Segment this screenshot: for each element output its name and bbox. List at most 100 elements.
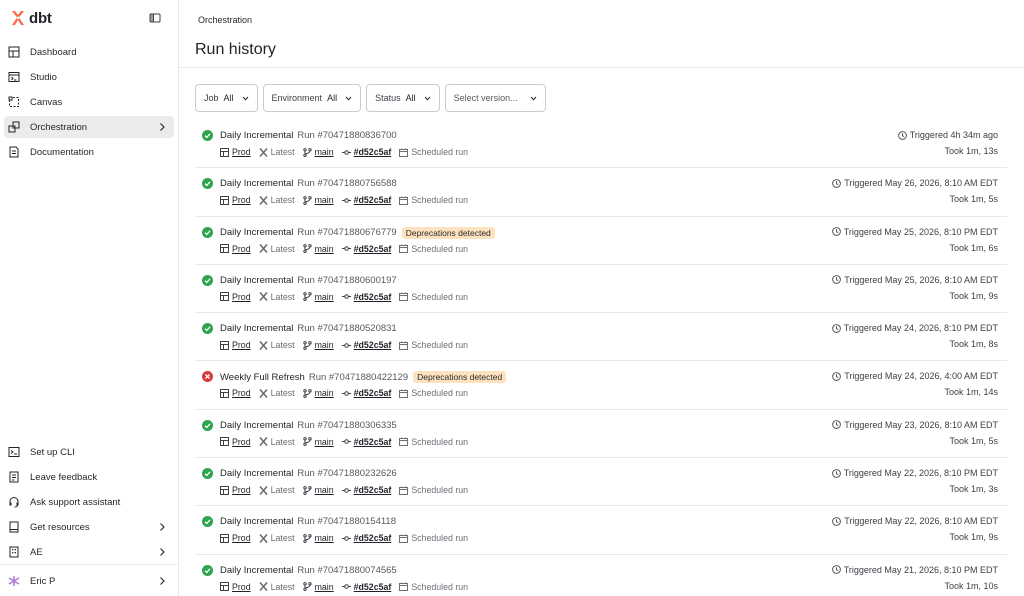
trigger-type: Scheduled run	[411, 195, 469, 206]
run-id[interactable]: Run #70471880154118	[297, 516, 396, 527]
branch-link[interactable]: main	[315, 388, 334, 398]
job-name[interactable]: Daily Incremental	[220, 178, 293, 189]
environment-link[interactable]: Prod	[232, 292, 251, 302]
terminal-icon	[8, 446, 20, 458]
table-row[interactable]: Daily Incremental Run #70471880756588 Pr…	[195, 168, 1007, 217]
sidebar-item-canvas[interactable]: Canvas	[4, 91, 174, 113]
clock-icon	[831, 468, 841, 478]
environment-link[interactable]: Prod	[232, 485, 251, 495]
triggered-time: Triggered May 25, 2026, 8:10 PM EDT	[831, 227, 998, 237]
commit-link[interactable]: #d52c5af	[354, 244, 392, 254]
calendar-icon	[399, 582, 409, 592]
environment-link[interactable]: Prod	[232, 195, 251, 205]
commit-link[interactable]: #d52c5af	[354, 340, 392, 350]
table-row[interactable]: Daily Incremental Run #70471880074565 Pr…	[195, 555, 1007, 596]
table-row[interactable]: Daily Incremental Run #70471880232626 Pr…	[195, 458, 1007, 507]
environment-icon	[220, 388, 229, 398]
job-name[interactable]: Daily Incremental	[220, 323, 293, 334]
sidebar-item-orchestration[interactable]: Orchestration	[4, 116, 174, 138]
clock-icon	[832, 516, 842, 526]
environment-link[interactable]: Prod	[232, 437, 251, 447]
job-name[interactable]: Daily Incremental	[220, 565, 293, 576]
branch-link[interactable]: main	[315, 244, 334, 254]
dbt-version-icon	[258, 147, 268, 157]
sidebar-item-account[interactable]: AE	[4, 541, 174, 563]
triggered-text: Triggered May 21, 2026, 8:10 PM EDT	[843, 564, 998, 575]
run-id[interactable]: Run #70471880232626	[297, 468, 396, 479]
commit-icon	[341, 437, 351, 446]
commit-icon	[341, 389, 351, 398]
sidebar-item-get-resources[interactable]: Get resources	[4, 516, 174, 538]
collapse-sidebar-icon[interactable]	[149, 12, 161, 24]
branch-link[interactable]: main	[315, 340, 334, 350]
job-name[interactable]: Daily Incremental	[220, 275, 293, 286]
run-meta: Prod Latest main #d52c5af Scheduled run	[220, 533, 468, 543]
branch-link[interactable]: main	[315, 195, 334, 205]
run-id[interactable]: Run #70471880422129	[309, 372, 408, 383]
page-title: Run history	[195, 41, 276, 58]
commit-link[interactable]: #d52c5af	[354, 533, 392, 543]
run-id[interactable]: Run #70471880756588	[297, 178, 396, 189]
job-filter[interactable]: Job All	[195, 84, 258, 112]
job-name[interactable]: Weekly Full Refresh	[220, 372, 305, 383]
environment-link[interactable]: Prod	[232, 340, 251, 350]
environment-link[interactable]: Prod	[232, 244, 251, 254]
commit-link[interactable]: #d52c5af	[354, 388, 392, 398]
commit-link[interactable]: #d52c5af	[354, 582, 392, 592]
table-row[interactable]: Weekly Full Refresh Run #70471880422129 …	[195, 361, 1007, 410]
commit-link[interactable]: #d52c5af	[354, 195, 392, 205]
run-header: Daily Incremental Run #70471880232626	[220, 468, 397, 479]
branch-link[interactable]: main	[315, 292, 334, 302]
branch-link[interactable]: main	[315, 437, 334, 447]
table-row[interactable]: Daily Incremental Run #70471880676779 De…	[195, 217, 1007, 265]
run-id[interactable]: Run #70471880676779	[297, 227, 396, 238]
job-name[interactable]: Daily Incremental	[220, 420, 293, 431]
environment-icon	[220, 582, 229, 592]
sidebar-item-studio[interactable]: Studio	[4, 66, 174, 88]
user-menu[interactable]: Eric P	[4, 570, 174, 592]
environment-icon	[220, 485, 229, 495]
triggered-time: Triggered May 23, 2026, 8:10 AM EDT	[832, 420, 998, 430]
job-name[interactable]: Daily Incremental	[220, 516, 293, 527]
sidebar-item-leave-feedback[interactable]: Leave feedback	[4, 466, 174, 488]
job-name[interactable]: Daily Incremental	[220, 130, 293, 141]
commit-link[interactable]: #d52c5af	[354, 485, 392, 495]
job-name[interactable]: Daily Incremental	[220, 227, 293, 238]
run-id[interactable]: Run #70471880520831	[297, 323, 396, 334]
deprecation-badge: Deprecations detected	[401, 226, 495, 239]
version-select[interactable]: Select version...	[444, 84, 546, 112]
environment-link[interactable]: Prod	[232, 533, 251, 543]
environment-filter[interactable]: Environment All	[262, 84, 362, 112]
environment-link[interactable]: Prod	[232, 388, 251, 398]
branch-link[interactable]: main	[315, 147, 334, 157]
sidebar-item-setup-cli[interactable]: Set up CLI	[4, 441, 174, 463]
commit-link[interactable]: #d52c5af	[354, 292, 392, 302]
sidebar-item-documentation[interactable]: Documentation	[4, 141, 174, 163]
branch-link[interactable]: main	[315, 485, 334, 495]
job-name[interactable]: Daily Incremental	[220, 468, 293, 479]
run-id[interactable]: Run #70471880074565	[297, 565, 396, 576]
run-timing: Triggered May 23, 2026, 8:10 AM EDT Took…	[832, 420, 998, 446]
table-row[interactable]: Daily Incremental Run #70471880520831 Pr…	[195, 313, 1007, 362]
sidebar-item-ask-support[interactable]: Ask support assistant	[4, 491, 174, 513]
table-row[interactable]: Daily Incremental Run #70471880600197 Pr…	[195, 265, 1007, 314]
chevron-right-icon	[158, 576, 166, 586]
run-id[interactable]: Run #70471880306335	[297, 420, 396, 431]
table-row[interactable]: Daily Incremental Run #70471880836700 Pr…	[195, 120, 1007, 169]
breadcrumb[interactable]: Orchestration	[198, 15, 252, 25]
run-id[interactable]: Run #70471880600197	[297, 275, 396, 286]
run-id[interactable]: Run #70471880836700	[297, 130, 396, 141]
commit-link[interactable]: #d52c5af	[354, 147, 392, 157]
status-filter[interactable]: Status All	[366, 84, 440, 112]
commit-link[interactable]: #d52c5af	[354, 437, 392, 447]
sidebar-item-dashboard[interactable]: Dashboard	[4, 41, 174, 63]
table-row[interactable]: Daily Incremental Run #70471880154118 Pr…	[195, 506, 1007, 555]
branch-link[interactable]: main	[315, 582, 334, 592]
branch-link[interactable]: main	[315, 533, 334, 543]
table-row[interactable]: Daily Incremental Run #70471880306335 Pr…	[195, 410, 1007, 459]
environment-link[interactable]: Prod	[232, 582, 251, 592]
environment-link[interactable]: Prod	[232, 147, 251, 157]
calendar-icon	[399, 196, 409, 205]
dbt-version: Latest	[270, 533, 295, 544]
user-name: Eric P	[30, 575, 56, 587]
